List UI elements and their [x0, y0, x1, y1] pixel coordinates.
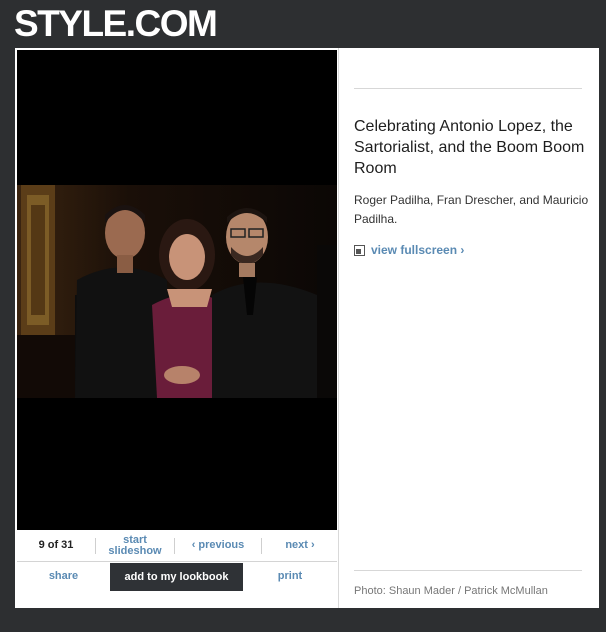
slide-viewer [17, 50, 337, 530]
slide-photo[interactable] [17, 185, 337, 398]
party-photo-image [17, 185, 337, 398]
divider [261, 538, 262, 554]
column-divider [338, 48, 339, 608]
style-com-logo[interactable]: STYLE.COM [14, 4, 218, 44]
fullscreen-icon [354, 244, 365, 256]
view-fullscreen-label: view fullscreen › [371, 243, 465, 257]
next-link[interactable]: next › [263, 530, 337, 561]
start-slideshow-link[interactable]: start slideshow [97, 530, 173, 561]
slideshow-actions-row: share add to my lookbook print [17, 561, 337, 592]
slide-counter: 9 of 31 [38, 539, 74, 551]
slideshow-nav-row: 9 of 31 start slideshow ‹ previous next … [17, 530, 337, 562]
photo-caption: Roger Padilha, Fran Drescher, and Mauric… [354, 193, 589, 226]
slideshow-controls: 9 of 31 start slideshow ‹ previous next … [17, 530, 337, 592]
divider [174, 538, 175, 554]
article-title: Celebrating Antonio Lopez, the Sartorial… [354, 118, 585, 177]
view-fullscreen-link[interactable]: view fullscreen › [354, 242, 464, 258]
photo-credit: Photo: Shaun Mader / Patrick McMullan [354, 585, 548, 597]
previous-link[interactable]: ‹ previous [176, 530, 260, 561]
add-to-lookbook-button[interactable]: add to my lookbook [110, 563, 243, 591]
slideshow-frame: 9 of 31 start slideshow ‹ previous next … [15, 48, 599, 608]
divider [95, 538, 96, 554]
top-rule [354, 88, 582, 89]
print-link[interactable]: print [243, 561, 337, 592]
bottom-rule [354, 570, 582, 571]
share-link[interactable]: share [17, 561, 110, 592]
